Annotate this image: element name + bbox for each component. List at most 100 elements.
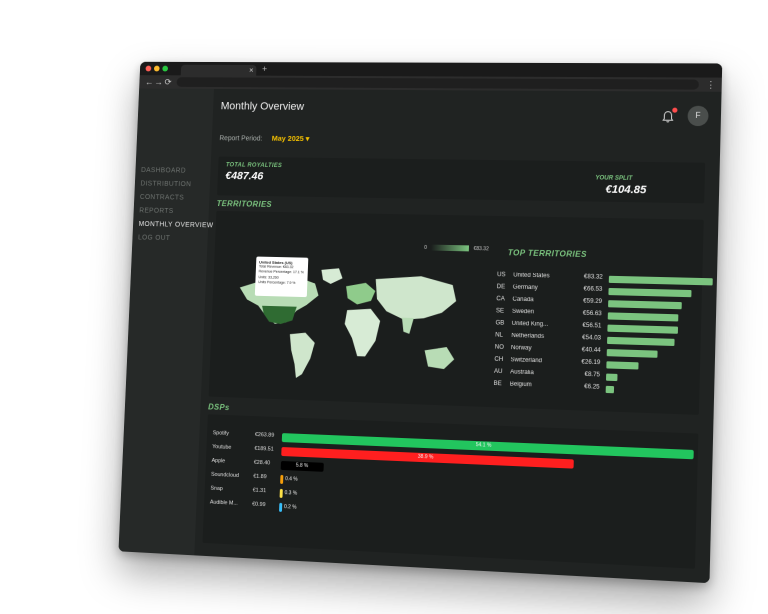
territory-name: Germany [512, 284, 538, 292]
sidebar: DASHBOARD DISTRIBUTION CONTRACTS REPORTS MON… [118, 88, 216, 556]
territory-bar [606, 349, 658, 358]
browser-menu-icon[interactable]: ⋮ [706, 78, 716, 92]
map-region-africa [343, 308, 381, 357]
sidebar-nav: DASHBOARD DISTRIBUTION CONTRACTS REPORTS MON… [132, 167, 216, 250]
avatar[interactable]: F [687, 105, 709, 127]
territory-name: Belgium [509, 381, 532, 389]
territory-bar [608, 287, 692, 298]
territory-value: €59.29 [583, 298, 603, 306]
territory-bar [605, 385, 614, 394]
map-region-asia [374, 275, 457, 322]
dsp-name: Soundcloud [210, 471, 240, 479]
territory-value: €6.25 [584, 384, 600, 391]
royalties-card: TOTAL ROYALTIES €487.46 YOUR SPLIT €104.… [217, 156, 706, 204]
territory-code: SE [495, 308, 505, 315]
territory-code: AU [493, 368, 503, 376]
your-split-value: €104.85 [605, 183, 647, 197]
app-root: DASHBOARD DISTRIBUTION CONTRACTS REPORTS MON… [118, 88, 722, 584]
legend-gradient [431, 244, 470, 252]
territory-code: CA [496, 296, 505, 303]
territory-bar [607, 324, 678, 334]
back-arrow-icon[interactable]: ← [145, 76, 154, 88]
your-split-label: YOUR SPLIT [595, 175, 633, 182]
total-royalties-label: TOTAL ROYALTIES [225, 162, 283, 170]
territory-value: €83.32 [583, 274, 603, 281]
map-region-united-states [261, 305, 297, 325]
dsp-percent-label: 0.3 % [284, 490, 298, 497]
address-bar[interactable] [176, 77, 699, 90]
territory-bar [606, 361, 640, 370]
territory-name: United King... [511, 320, 549, 328]
territory-value: €56.51 [582, 322, 602, 330]
map-legend: 0 €83.32 [424, 244, 489, 252]
territory-bar [607, 336, 675, 347]
sidebar-item-contracts[interactable]: CONTRACTS [134, 194, 215, 202]
territory-value: €56.63 [582, 310, 602, 318]
territory-name: Netherlands [511, 332, 545, 340]
dsp-name: Apple [211, 457, 226, 465]
dsp-percent-label: 0.4 % [285, 476, 298, 483]
dsp-bar: 0.4 % [280, 474, 298, 484]
dsps-title: DSPs [207, 402, 230, 413]
territory-code: NL [495, 332, 503, 339]
territory-value: €66.53 [583, 286, 603, 293]
territory-name: Norway [510, 345, 532, 352]
dsp-value: €0.99 [252, 501, 266, 509]
territory-code: CH [494, 356, 504, 363]
new-tab-icon[interactable]: + [262, 64, 267, 74]
map-region-europe [345, 282, 376, 305]
top-territories-title: TOP TERRITORIES [507, 248, 588, 260]
territory-bar [605, 373, 618, 382]
map-region-greenland [320, 267, 343, 285]
sidebar-item-monthly-overview[interactable]: MONTHLY OVERVIEW [133, 221, 214, 229]
minimize-window-dot[interactable] [153, 65, 160, 72]
dsps-card: Spotify €263.89 54.1 % Youtube €189.51 38.9 %… [202, 414, 699, 569]
sidebar-item-dashboard[interactable]: DASHBOARD [135, 167, 215, 175]
reload-icon[interactable]: ⟳ [164, 76, 172, 88]
territory-code: US [497, 272, 506, 279]
page-title: Monthly Overview [220, 100, 305, 113]
report-period-select[interactable]: May 2025 ▾ [272, 134, 310, 143]
dsp-bar: 0.3 % [279, 488, 297, 498]
sidebar-item-reports[interactable]: REPORTS [134, 207, 215, 215]
maximize-window-dot[interactable] [162, 65, 169, 72]
territory-value: €40.44 [581, 347, 601, 354]
territory-code: BE [493, 380, 502, 388]
report-period: Report Period: May 2025 ▾ [219, 133, 309, 143]
sidebar-item-log-out[interactable]: LOG OUT [132, 234, 213, 242]
close-window-dot[interactable] [145, 65, 152, 72]
territory-value: €54.03 [582, 335, 602, 342]
territory-code: GB [495, 320, 505, 327]
dsp-value: €1.31 [252, 487, 267, 495]
sidebar-item-distribution[interactable]: DISTRIBUTION [135, 180, 216, 189]
territory-code: NO [494, 344, 504, 351]
dsp-name: Youtube [212, 444, 232, 451]
dsp-percent-label: 5.8 % [295, 462, 309, 470]
tooltip-line: Units Percentage: 7.9 % [258, 279, 296, 285]
territories-card: 0 €83.32 United States (US) Total Revenu… [208, 210, 713, 415]
bell-icon[interactable] [661, 107, 678, 124]
dsp-name: Audible M... [209, 499, 238, 507]
browser-window: × + ← → ⟳ ⋮ DASHBOARD DISTRIBUTION CONTRAC… [118, 61, 723, 584]
dsp-value: €1.89 [253, 473, 267, 481]
dsp-value: €28.40 [253, 459, 271, 467]
legend-max: €83.32 [473, 245, 489, 253]
map-region-india [402, 317, 414, 334]
top-territories-list: US United States €83.32 DE Germany €66.53 CA Ca… [216, 211, 713, 394]
total-royalties-value: €487.46 [225, 170, 264, 183]
territory-bar [607, 312, 679, 322]
territory-value: €8.75 [584, 371, 601, 379]
browser-tab[interactable]: × [180, 64, 257, 76]
map-region-south-america [288, 332, 316, 379]
map-region-australia [423, 346, 455, 370]
tab-close-icon[interactable]: × [249, 65, 254, 76]
dsp-list: Spotify €263.89 54.1 % Youtube €189.51 38.9 %… [208, 414, 699, 512]
dsp-name: Spotify [212, 430, 230, 437]
forward-arrow-icon[interactable]: → [154, 76, 163, 88]
screenshot-stage: × + ← → ⟳ ⋮ DASHBOARD DISTRIBUTION CONTRAC… [0, 0, 768, 614]
dsp-bar: 5.8 % [280, 460, 324, 472]
dsp-value: €189.51 [254, 445, 274, 453]
territory-name: Australia [510, 369, 534, 377]
notification-badge [672, 107, 678, 113]
map-tooltip: United States (US) Total Revenue: €83.32… [254, 256, 309, 298]
